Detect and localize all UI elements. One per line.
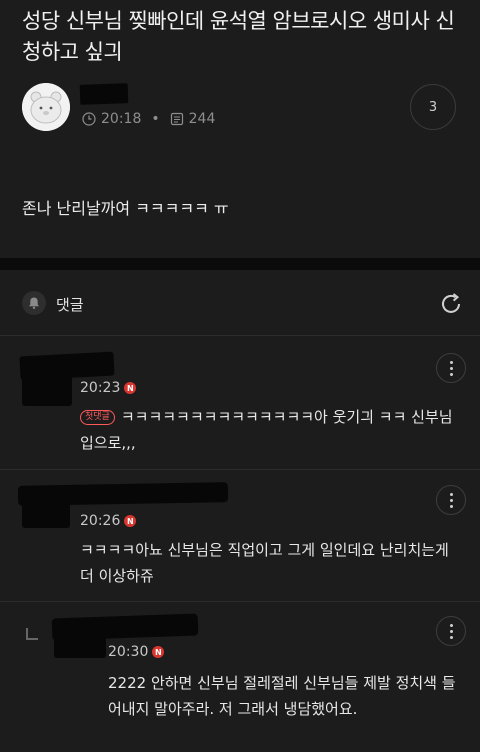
- comment-item: 20:23 N 첫댓글 ㅋㅋㅋㅋㅋㅋㅋㅋㅋㅋㅋㅋㅋㅋ아 웃기긔 ㅋㅋ 신부님 입으…: [0, 336, 480, 470]
- more-options-button[interactable]: [436, 616, 466, 646]
- post-title: 성당 신부님 찢빠인데 윤석열 암브로시오 생미사 신청하고 싶긔: [22, 9, 455, 64]
- comments-section: 댓글 20:23 N 첫댓글 ㅋㅋㅋㅋㅋㅋㅋㅋㅋㅋㅋㅋㅋㅋ아 웃기긔 ㅋㅋ 신부님…: [0, 270, 480, 752]
- more-vertical-icon: [449, 622, 453, 640]
- author-avatar[interactable]: [22, 83, 70, 131]
- comment-meta: 20:30 N: [108, 644, 165, 660]
- bell-icon: [29, 297, 39, 309]
- post-header: 성당 신부님 찢빠인데 윤석열 암브로시오 생미사 신청하고 싶긔 20:18 …: [0, 0, 480, 258]
- commenter-avatar-redacted: [22, 496, 70, 528]
- post-views: 244: [188, 111, 216, 127]
- meta-separator: •: [151, 111, 160, 127]
- post-meta: 20:18 • 244: [82, 111, 215, 127]
- commenter-avatar-redacted: [54, 626, 106, 658]
- comment-time: 20:23: [80, 380, 121, 396]
- comment-meta: 20:23 N: [80, 380, 137, 396]
- post-body: 존나 난리날까여 ㅋㅋㅋㅋㅋ ㅠ: [22, 199, 229, 218]
- post-time: 20:18: [101, 111, 142, 127]
- comment-item: 20:26 N ㅋㅋㅋㅋ아뇨 신부님은 직업이고 그게 일인데요 난리치는게 더…: [0, 470, 480, 602]
- more-vertical-icon: [449, 491, 453, 509]
- more-options-button[interactable]: [436, 353, 466, 383]
- new-badge: N: [124, 515, 137, 527]
- new-badge: N: [152, 646, 165, 658]
- refresh-icon[interactable]: [438, 291, 464, 317]
- comment-time: 20:30: [108, 644, 149, 660]
- comment-text: ㅋㅋㅋㅋㅋㅋㅋㅋㅋㅋㅋㅋㅋㅋ아 웃기긔 ㅋㅋ 신부님 입으로,,,: [80, 408, 453, 452]
- comment-text: 2222 안하면 신부님 절레절레 신부님들 제발 정치색 들어내지 말아주라.…: [108, 674, 456, 718]
- new-badge: N: [124, 382, 137, 394]
- clock-icon: [82, 112, 96, 126]
- reply-indicator-icon: [26, 628, 38, 640]
- comments-header: 댓글: [0, 270, 480, 336]
- views-icon: [170, 112, 183, 126]
- notification-toggle[interactable]: [22, 291, 46, 315]
- section-divider: [0, 258, 480, 270]
- comment-text: ㅋㅋㅋㅋ아뇨 신부님은 직업이고 그게 일인데요 난리치는게 더 이상하쥬: [80, 541, 449, 585]
- comment-count-button[interactable]: 3: [410, 84, 456, 130]
- comments-title: 댓글: [56, 296, 84, 314]
- reply-item: 20:30 N 2222 안하면 신부님 절레절레 신부님들 제발 정치색 들어…: [0, 602, 480, 752]
- comment-text-block: 첫댓글 ㅋㅋㅋㅋㅋㅋㅋㅋㅋㅋㅋㅋㅋㅋ아 웃기긔 ㅋㅋ 신부님 입으로,,,: [80, 404, 458, 456]
- comment-meta: 20:26 N: [80, 513, 137, 529]
- comment-time: 20:26: [80, 513, 121, 529]
- first-comment-badge: 첫댓글: [80, 410, 115, 425]
- more-vertical-icon: [449, 359, 453, 377]
- author-name-redacted: [79, 83, 129, 105]
- commenter-avatar-redacted: [22, 372, 72, 406]
- bear-avatar-icon: [22, 83, 70, 131]
- more-options-button[interactable]: [436, 485, 466, 515]
